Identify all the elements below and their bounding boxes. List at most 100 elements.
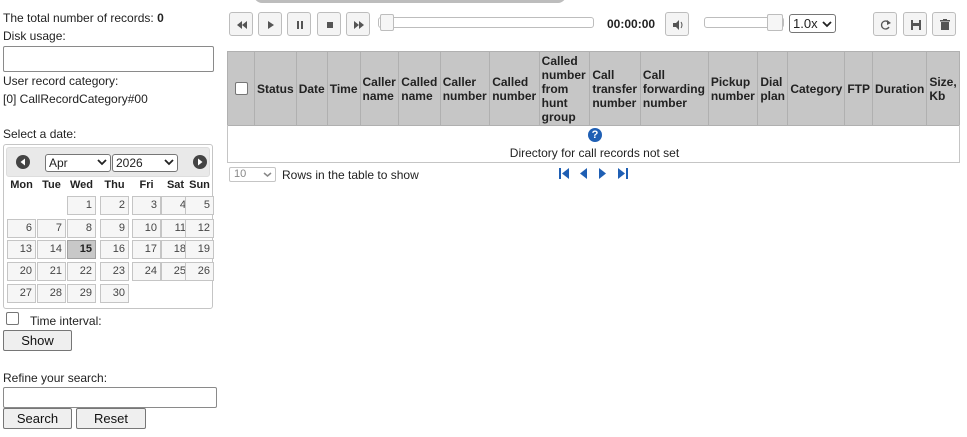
empty-message: Directory for call records not set (509, 146, 680, 160)
calendar-day[interactable]: 9 (100, 219, 129, 238)
calendar-day[interactable]: 19 (185, 240, 214, 259)
volume-thumb[interactable] (767, 14, 783, 31)
rows-per-page-value: 10 (234, 168, 247, 180)
calendar-day[interactable]: 26 (185, 262, 214, 281)
calendar-day[interactable]: 21 (37, 262, 66, 281)
stop-icon (327, 22, 333, 28)
next-month-icon[interactable] (193, 155, 207, 169)
calendar-day[interactable]: 27 (7, 284, 36, 303)
stop-button[interactable] (317, 12, 341, 36)
column-header[interactable]: Called number (489, 51, 540, 126)
pause-button[interactable] (287, 12, 311, 36)
datepicker-header: Apr 2026 (6, 147, 210, 177)
save-button[interactable] (903, 12, 927, 36)
calendar-day[interactable]: 7 (37, 219, 66, 238)
select-date-label: Select a date: (3, 127, 77, 141)
calendar-day[interactable]: 24 (132, 262, 161, 281)
category-label: User record category: (3, 74, 119, 88)
column-header[interactable]: Size, Kb (926, 51, 960, 126)
first-page-icon[interactable] (558, 167, 570, 183)
rows-per-page-select[interactable]: 10 (229, 167, 276, 182)
next-page-icon[interactable] (598, 167, 608, 183)
fast-forward-icon (354, 21, 364, 29)
empty-table-row: ? Directory for call records not set (227, 125, 960, 163)
table-header-row: Status Date Time Caller name Called name Call… (227, 51, 960, 126)
select-all-checkbox[interactable] (234, 82, 248, 95)
column-header[interactable]: Caller number (439, 51, 491, 126)
calendar-day[interactable]: 23 (100, 262, 129, 281)
column-header[interactable]: Caller name (359, 51, 400, 126)
weekday-tue: Tue (42, 179, 61, 191)
call-records-table: Status Date Time Caller name Called name Call… (227, 51, 960, 126)
calendar-day[interactable]: 6 (7, 219, 36, 238)
calendar-day[interactable]: 5 (185, 196, 214, 215)
column-header[interactable]: Date (295, 51, 328, 126)
calendar-day[interactable]: 20 (7, 262, 36, 281)
records-count-line: The total number of records: 0 (3, 11, 164, 25)
calendar-day[interactable]: 14 (37, 240, 66, 259)
time-interval-label: Time interval: (30, 314, 102, 328)
column-header[interactable]: Status (254, 51, 297, 126)
prev-page-icon[interactable] (578, 167, 588, 183)
prev-month-icon[interactable] (16, 155, 30, 169)
rewind-button[interactable] (229, 12, 253, 36)
weekday-fri: Fri (139, 179, 154, 191)
window-top-bar (254, 0, 566, 3)
calendar-day-today[interactable]: 15 (67, 240, 96, 259)
calendar-day[interactable]: 10 (132, 219, 161, 238)
calendar-day[interactable]: 28 (37, 284, 66, 303)
disk-usage-field (3, 46, 214, 72)
year-select[interactable]: 2026 (112, 154, 178, 172)
calendar-day[interactable]: 30 (100, 284, 129, 303)
column-header[interactable]: Time (326, 51, 361, 126)
column-header[interactable]: Category (787, 51, 846, 126)
datepicker: Apr 2026 Mon Tue Wed Thu Fri Sat Sun 1 2 3 4 5 6 7 8 9 1… (3, 144, 214, 309)
calendar-day[interactable]: 16 (100, 240, 129, 259)
calendar-day[interactable]: 1 (67, 196, 96, 215)
search-button[interactable]: Search (3, 408, 72, 429)
search-input[interactable] (3, 387, 217, 408)
calendar-day[interactable]: 29 (67, 284, 96, 303)
column-header[interactable]: FTP (844, 51, 873, 126)
calendar-day[interactable]: 12 (185, 219, 214, 238)
reset-button[interactable]: Reset (76, 408, 146, 429)
delete-button[interactable] (932, 12, 956, 36)
calendar-day[interactable]: 8 (67, 219, 96, 238)
speed-value: 1.0x (793, 16, 818, 31)
progress-track[interactable] (378, 17, 594, 28)
category-value: [0] CallRecordCategory#00 (3, 92, 148, 106)
column-header[interactable]: Called name (398, 51, 441, 126)
column-header[interactable]: Pickup number (707, 51, 759, 126)
weekday-sun: Sun (189, 179, 210, 191)
show-button[interactable]: Show (3, 330, 72, 351)
refresh-icon (880, 20, 891, 30)
volume-button[interactable] (665, 12, 689, 36)
weekday-thu: Thu (104, 179, 125, 191)
column-header[interactable]: Call forwarding number (639, 51, 709, 126)
volume-icon (673, 20, 683, 30)
column-header[interactable]: Call transfer number (589, 51, 641, 126)
column-header[interactable]: Dial plan (757, 51, 789, 126)
refresh-button[interactable] (873, 12, 897, 36)
month-value: Apr (49, 156, 68, 170)
play-button[interactable] (258, 12, 282, 36)
fast-forward-button[interactable] (346, 12, 370, 36)
last-page-icon[interactable] (617, 167, 629, 183)
month-select[interactable]: Apr (45, 154, 111, 172)
rewind-icon (237, 21, 247, 29)
weekday-mon: Mon (10, 179, 33, 191)
column-header[interactable]: Duration (871, 51, 928, 126)
select-all-header (227, 51, 255, 126)
speed-select[interactable]: 1.0x (789, 14, 836, 33)
calendar-day[interactable]: 13 (7, 240, 36, 259)
calendar-day[interactable]: 22 (67, 262, 96, 281)
help-icon[interactable]: ? (588, 128, 602, 142)
records-count: 0 (157, 11, 164, 25)
calendar-day[interactable]: 3 (132, 196, 161, 215)
calendar-day[interactable]: 17 (132, 240, 161, 259)
playback-time: 00:00:00 (607, 17, 656, 31)
calendar-day[interactable]: 2 (100, 196, 129, 215)
progress-thumb[interactable] (380, 14, 394, 31)
column-header[interactable]: Called number from hunt group (538, 51, 591, 126)
time-interval-checkbox[interactable] (6, 312, 19, 325)
